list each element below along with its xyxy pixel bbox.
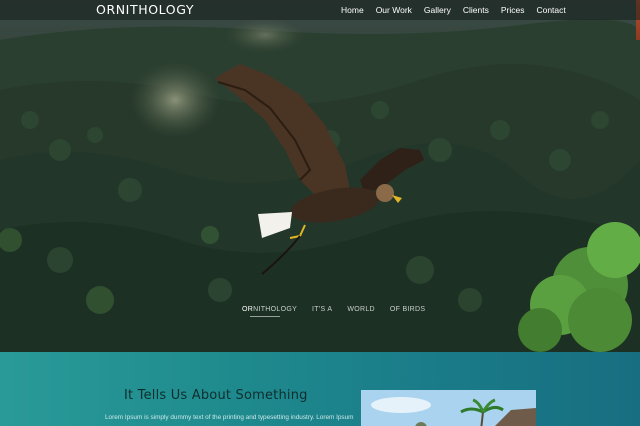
hero-tab-world[interactable]: WORLD [347,306,375,313]
hero-tab-rest: NITHOLOGY [253,306,298,313]
hero-tab-of-birds[interactable]: OF BIRDS [390,306,425,313]
nav-menu: Home Our Work Gallery Clients Prices Con… [341,5,578,15]
palm-tree-photo-icon [361,390,536,426]
nav-gallery[interactable]: Gallery [424,5,451,15]
hero-tab-accent: OR [242,306,254,313]
about-heading: It Tells Us About Something [124,388,308,403]
active-tab-underline [250,316,280,317]
hero-tab-rest: IT'S A [312,306,333,313]
hero-section: ORNITHOLOGY Home Our Work Gallery Client… [0,0,640,352]
site-logo[interactable]: ORNITHOLOGY [96,2,194,17]
nav-contact[interactable]: Contact [536,5,565,15]
hero-tabs: ORNITHOLOGY IT'S A WORLD OF BIRDS [242,306,440,317]
hero-tab-its-a[interactable]: IT'S A [312,306,332,313]
page: ORNITHOLOGY Home Our Work Gallery Client… [0,0,640,426]
about-section: It Tells Us About Something Lorem Ipsum … [0,352,640,426]
hero-tab-rest: WORLD [347,306,375,313]
hero-background-image [0,0,640,352]
navbar: ORNITHOLOGY Home Our Work Gallery Client… [0,0,640,20]
about-body-text: Lorem Ipsum is simply dummy text of the … [105,414,354,421]
hero-tab-ornithology[interactable]: ORNITHOLOGY [242,306,298,317]
hero-tab-rest: OF BIRDS [389,306,426,313]
nav-home[interactable]: Home [341,5,364,15]
nav-clients[interactable]: Clients [463,5,489,15]
nav-prices[interactable]: Prices [501,5,525,15]
nav-our-work[interactable]: Our Work [376,5,412,15]
